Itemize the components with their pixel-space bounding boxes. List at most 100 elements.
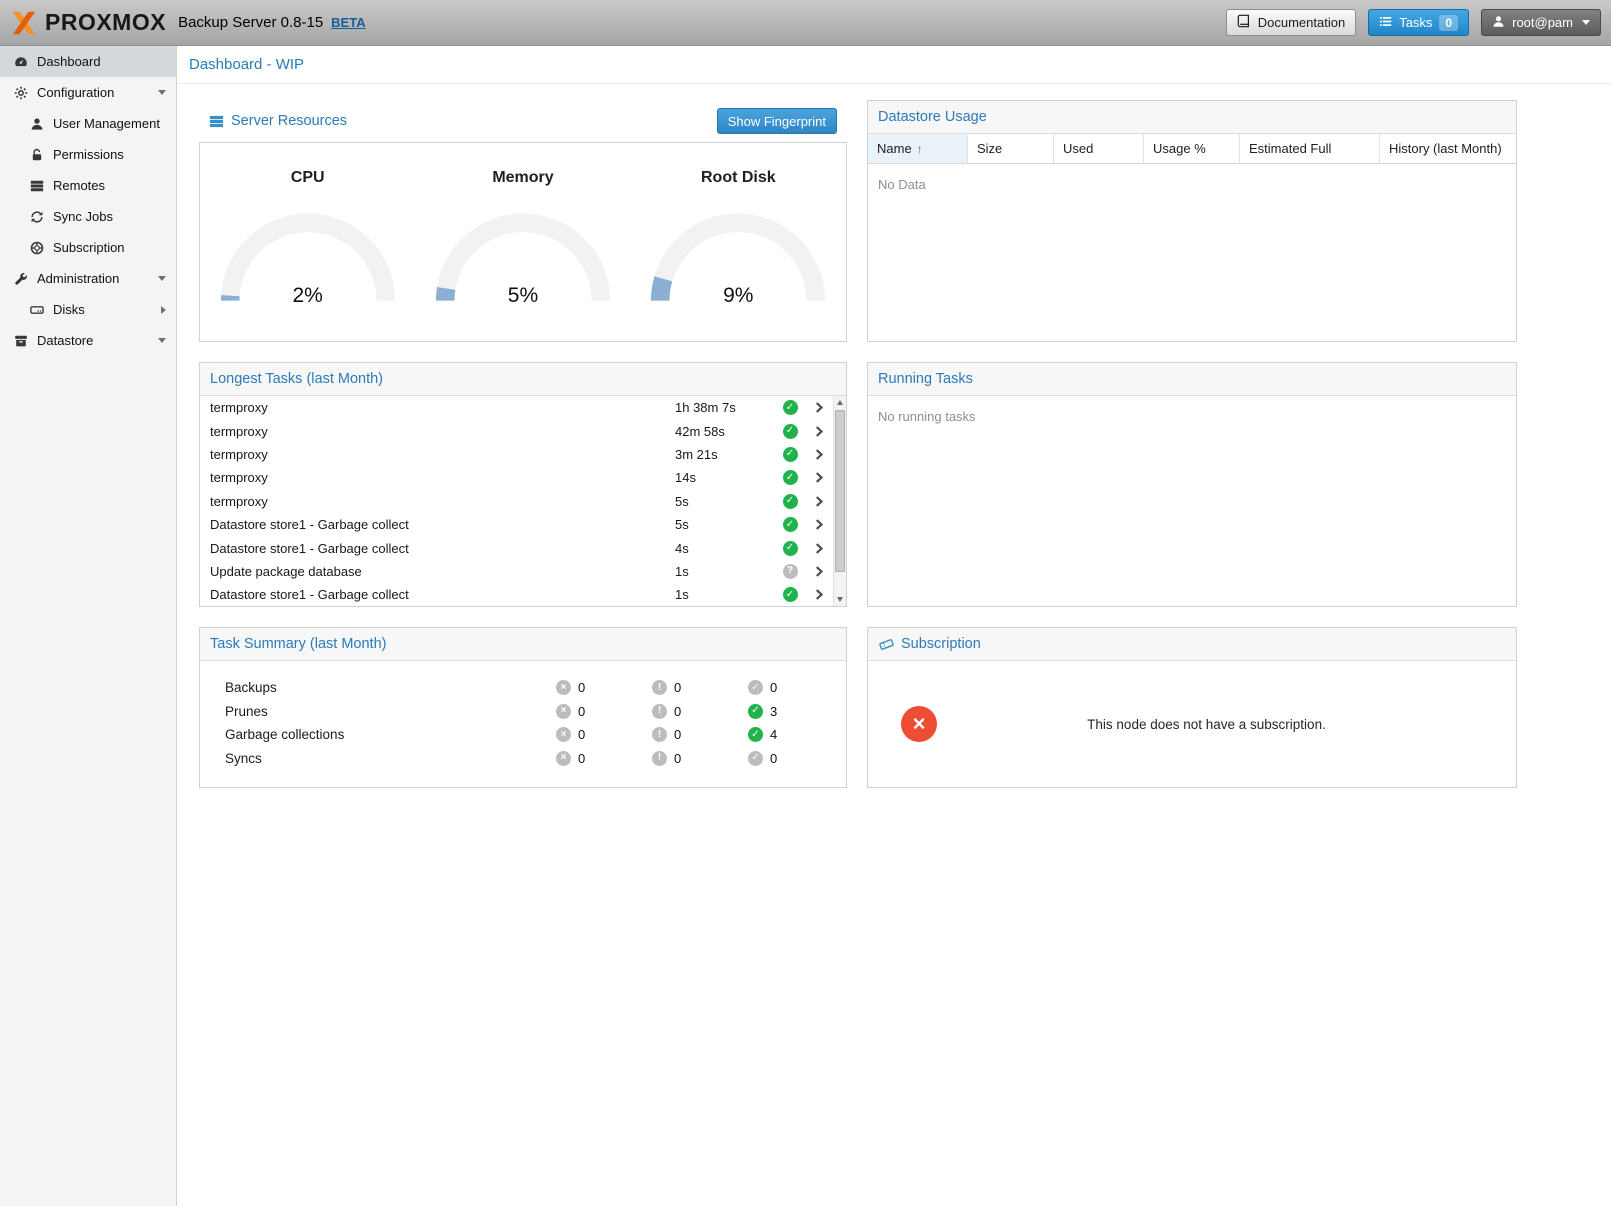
chevron-down-icon[interactable] <box>158 338 166 343</box>
task-summary-row[interactable]: Syncs×0!0✓0 <box>200 747 846 771</box>
status-ok-icon: ✓ <box>783 470 798 485</box>
ticket-icon <box>878 636 894 652</box>
server-icon <box>29 178 44 193</box>
chevron-right-icon[interactable] <box>805 472 833 483</box>
cpu-gauge-value: 2% <box>212 284 404 308</box>
task-duration: 4s <box>675 541 775 556</box>
triangle-down-icon <box>837 597 843 602</box>
chevron-right-icon[interactable] <box>805 566 833 577</box>
subscription-panel: Subscription × This node does not have a… <box>867 627 1517 788</box>
sidebar-item-label: Permissions <box>53 147 124 162</box>
sidebar-item-datastore[interactable]: Datastore <box>0 325 176 356</box>
task-warning-count: !0 <box>652 751 748 766</box>
task-name: Datastore store1 - Garbage collect <box>210 517 675 532</box>
column-header-estimated-full[interactable]: Estimated Full <box>1240 134 1380 164</box>
chevron-right-icon[interactable] <box>805 543 833 554</box>
running-tasks-title: Running Tasks <box>878 371 973 387</box>
chevron-down-icon[interactable] <box>158 276 166 281</box>
task-error-count: ×0 <box>556 751 652 766</box>
task-summary-row[interactable]: Prunes×0!0✓3 <box>200 700 846 724</box>
chevron-right-icon[interactable] <box>805 426 833 437</box>
cpu-gauge: CPU 2% <box>200 169 415 341</box>
count-value: 4 <box>770 727 777 742</box>
scrollbar[interactable] <box>833 396 846 606</box>
task-row[interactable]: termproxy1h 38m 7s✓ <box>200 396 833 419</box>
longest-tasks-title: Longest Tasks (last Month) <box>210 371 383 387</box>
scroll-down-button[interactable] <box>834 593 846 606</box>
column-header-used[interactable]: Used <box>1054 134 1144 164</box>
sidebar-item-sync-jobs[interactable]: Sync Jobs <box>0 201 176 232</box>
sidebar-item-remotes[interactable]: Remotes <box>0 170 176 201</box>
task-row[interactable]: termproxy5s✓ <box>200 490 833 513</box>
task-status: ? <box>775 564 805 579</box>
task-error-count: ×0 <box>556 727 652 742</box>
count-value: 0 <box>674 704 681 719</box>
wrench-icon <box>13 271 28 286</box>
datastore-usage-panel: Datastore Usage Name↑SizeUsedUsage %Esti… <box>867 100 1517 342</box>
server-resources-body: CPU 2% Memory 5% Root <box>199 142 847 342</box>
task-row[interactable]: Datastore store1 - Garbage collect5s✓ <box>200 513 833 536</box>
running-tasks-empty-text: No running tasks <box>868 396 1516 437</box>
chevron-right-icon[interactable] <box>805 519 833 530</box>
user-icon <box>29 116 44 131</box>
task-duration: 3m 21s <box>675 447 775 462</box>
task-warning-count: !0 <box>652 704 748 719</box>
task-duration: 1s <box>675 587 775 602</box>
root-disk-gauge-value: 9% <box>642 284 834 308</box>
status-ok-icon: ✓ <box>783 587 798 602</box>
task-summary-panel: Task Summary (last Month) Backups×0!0✓0 P… <box>199 627 847 788</box>
chevron-right-icon[interactable] <box>161 306 166 314</box>
task-duration: 1h 38m 7s <box>675 400 775 415</box>
error-status-icon: × <box>556 727 571 742</box>
task-status: ✓ <box>775 424 805 439</box>
task-duration: 1s <box>675 564 775 579</box>
sidebar-item-permissions[interactable]: Permissions <box>0 139 176 170</box>
scrollbar-thumb[interactable] <box>835 410 845 572</box>
column-header-name[interactable]: Name↑ <box>868 134 968 164</box>
gears-icon <box>13 85 28 100</box>
chevron-right-icon[interactable] <box>805 449 833 460</box>
tasks-label: Tasks <box>1399 15 1432 30</box>
tasks-button[interactable]: Tasks 0 <box>1368 9 1469 36</box>
sidebar-item-administration[interactable]: Administration <box>0 263 176 294</box>
task-row[interactable]: Update package database1s? <box>200 560 833 583</box>
column-header-history-last-month[interactable]: History (last Month) <box>1380 134 1516 164</box>
tachometer-icon <box>13 54 28 69</box>
chevron-right-icon[interactable] <box>805 496 833 507</box>
task-summary-row[interactable]: Garbage collections×0!0✓4 <box>200 723 846 747</box>
task-row[interactable]: termproxy3m 21s✓ <box>200 443 833 466</box>
server-resources-title: Server Resources <box>231 113 347 129</box>
task-row[interactable]: Datastore store1 - Garbage collect1s✓ <box>200 583 833 606</box>
task-name: termproxy <box>210 494 675 509</box>
subscription-body: × This node does not have a subscription… <box>868 661 1516 787</box>
sidebar-item-dashboard[interactable]: Dashboard <box>0 46 176 77</box>
documentation-button[interactable]: Documentation <box>1226 9 1356 36</box>
subscription-header: Subscription <box>868 628 1516 661</box>
task-row[interactable]: Datastore store1 - Garbage collect4s✓ <box>200 536 833 559</box>
chevron-right-icon[interactable] <box>805 402 833 413</box>
sidebar-item-user-management[interactable]: User Management <box>0 108 176 139</box>
chevron-right-icon[interactable] <box>805 589 833 600</box>
sidebar-item-disks[interactable]: Disks <box>0 294 176 325</box>
task-row[interactable]: termproxy14s✓ <box>200 466 833 489</box>
task-error-count: ×0 <box>556 704 652 719</box>
datastore-usage-header-row: Name↑SizeUsedUsage %Estimated FullHistor… <box>868 134 1516 164</box>
error-status-icon: × <box>556 704 571 719</box>
column-header-usage[interactable]: Usage % <box>1144 134 1240 164</box>
cpu-gauge-arc: 2% <box>212 208 404 308</box>
task-summary-title: Task Summary (last Month) <box>210 636 386 652</box>
task-row[interactable]: termproxy42m 58s✓ <box>200 419 833 442</box>
scroll-up-button[interactable] <box>834 396 846 409</box>
main-area: Dashboard - WIP Server Resources Show Fi… <box>177 46 1611 1206</box>
chevron-down-icon[interactable] <box>158 90 166 95</box>
sidebar-item-label: User Management <box>53 116 160 131</box>
task-summary-header: Task Summary (last Month) <box>200 628 846 661</box>
sidebar-item-configuration[interactable]: Configuration <box>0 77 176 108</box>
sidebar-item-subscription[interactable]: Subscription <box>0 232 176 263</box>
show-fingerprint-button[interactable]: Show Fingerprint <box>717 108 837 134</box>
column-header-size[interactable]: Size <box>968 134 1054 164</box>
user-menu-button[interactable]: root@pam <box>1481 9 1601 36</box>
task-summary-row[interactable]: Backups×0!0✓0 <box>200 676 846 700</box>
beta-link[interactable]: BETA <box>331 15 365 30</box>
task-type-label: Prunes <box>225 704 556 719</box>
